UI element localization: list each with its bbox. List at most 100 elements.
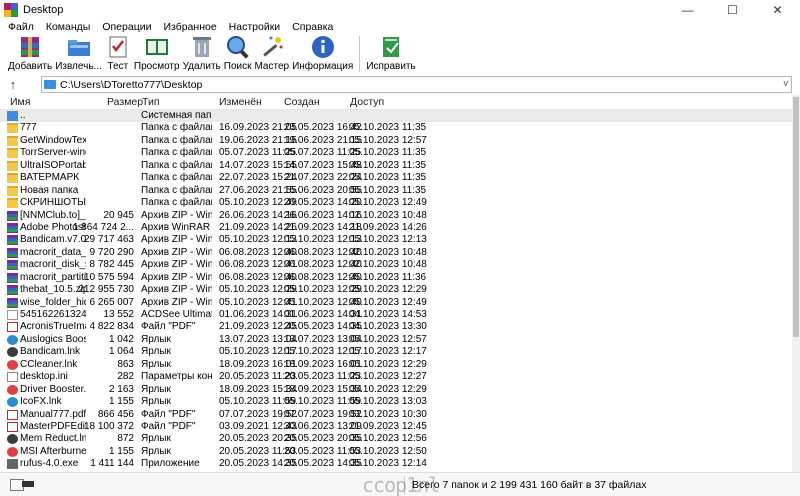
file-row[interactable]: Driver Booster.lnk2 163Ярлык18.09.2023 1… xyxy=(0,384,792,396)
file-type: Файл "PDF" xyxy=(141,321,196,333)
file-row[interactable]: MasterPDFEdito...18 100 372Файл "PDF"03.… xyxy=(0,421,792,433)
file-row[interactable]: Новая папкаПапка с файлами27.06.2023 21:… xyxy=(0,185,792,197)
file-accessed: 05.10.2023 12:49 xyxy=(349,197,427,209)
info-icon xyxy=(311,36,334,58)
view-book-icon xyxy=(145,39,168,55)
column-accessed[interactable]: Доступ xyxy=(350,96,384,108)
column-created[interactable]: Создан xyxy=(284,96,320,108)
chevron-down-icon[interactable]: v xyxy=(784,78,789,88)
menu-commands[interactable]: Команды xyxy=(40,21,97,33)
wizard-button[interactable]: Мастер xyxy=(254,34,289,72)
folder-file-icon xyxy=(7,198,18,209)
file-row[interactable]: wise_folder_hide...6 265 007 Архив ZIP - … xyxy=(0,297,792,309)
column-size[interactable]: Размер xyxy=(107,96,143,108)
file-row[interactable]: 777Папка с файлами16.09.2023 21:0523.05.… xyxy=(0,122,792,134)
title-bar: Desktop — ☐ ✕ xyxy=(0,0,800,19)
up-folder-button[interactable]: ↑ xyxy=(0,75,26,94)
file-size: 1 155 xyxy=(108,445,134,457)
file-accessed: 03.10.2023 10:30 xyxy=(349,408,427,420)
folder-icon xyxy=(44,80,56,89)
file-accessed: 05.10.2023 12:17 xyxy=(349,346,427,358)
file-row[interactable]: .. Системная папка xyxy=(0,110,792,123)
menu-help[interactable]: Справка xyxy=(286,21,339,33)
address-bar: ↑ C:\Users\DToretto777\Desktop v xyxy=(0,75,800,94)
pdf-file-icon xyxy=(7,421,18,432)
column-name[interactable]: Имя xyxy=(10,96,30,108)
info-button[interactable]: Информация xyxy=(292,34,353,72)
toolbar-separator xyxy=(359,36,361,72)
file-row[interactable]: Auslogics Boost...1 042Ярлык13.07.2023 1… xyxy=(0,334,792,346)
repair-book-icon xyxy=(383,37,400,57)
repair-button[interactable]: Исправить xyxy=(366,34,416,72)
extract-button[interactable]: Извлечь... xyxy=(55,34,102,72)
file-accessed: 21.09.2023 12:45 xyxy=(349,420,427,432)
path-text: C:\Users\DToretto777\Desktop xyxy=(60,78,203,91)
file-name: AcronisTrueIma... xyxy=(20,321,86,333)
file-row[interactable]: AcronisTrueIma...4 822 834Файл "PDF"21.0… xyxy=(0,321,792,333)
menu-bar: Файл Команды Операции Избранное Настройк… xyxy=(0,19,800,34)
file-row[interactable]: TorrServer-wind...Папка с файлами05.07.2… xyxy=(0,147,792,159)
column-modified[interactable]: Изменён xyxy=(219,96,262,108)
file-size: 863 xyxy=(117,358,134,370)
file-accessed: 05.10.2023 11:35 xyxy=(349,184,427,196)
test-button[interactable]: Тест xyxy=(105,34,131,72)
find-button[interactable]: Поиск xyxy=(224,34,251,72)
menu-operations[interactable]: Операции xyxy=(96,21,157,33)
vertical-scrollbar[interactable] xyxy=(792,95,800,472)
folder-file-icon xyxy=(7,135,18,146)
maximize-button[interactable]: ☐ xyxy=(710,0,755,19)
file-type: Архив ZIP - WinRAR xyxy=(141,209,212,221)
file-type: Ярлык xyxy=(141,445,171,457)
file-name: Driver Booster.lnk xyxy=(20,383,86,395)
file-row[interactable]: thebat_10.5.zip 212 955 730 Архив ZIP - Wi… xyxy=(0,284,792,296)
minimize-button[interactable]: — xyxy=(665,0,710,19)
file-row[interactable]: CCleaner.lnk 863 Ярлык 18.09.2023 16:01 18.0… xyxy=(0,359,792,371)
menu-settings[interactable]: Настройки xyxy=(223,21,287,33)
file-row[interactable]: IcoFX.lnk 1 155 Ярлык 05.10.2023 11:59 05.10… xyxy=(0,396,792,408)
file-row[interactable]: 54516226132457... 13 552 ACDSee Ultimate 2… xyxy=(0,309,792,321)
menu-file[interactable]: Файл xyxy=(2,21,40,33)
menu-favorites[interactable]: Избранное xyxy=(157,21,222,33)
lnk2-file-icon xyxy=(7,334,18,345)
lnk3-file-icon xyxy=(7,434,18,445)
file-row[interactable]: Manual777.pdf 866 456 Файл "PDF" 07.07.2023… xyxy=(0,409,792,421)
file-name: Manual777.pdf xyxy=(20,408,86,420)
file-type: Файл "PDF" xyxy=(141,420,196,432)
add-button[interactable]: Добавить xyxy=(8,34,52,72)
file-row[interactable]: GetWindowText ...Папка с файлами19.06.20… xyxy=(0,135,792,147)
close-button[interactable]: ✕ xyxy=(755,0,800,19)
file-accessed: 02.10.2023 10:48 xyxy=(349,209,427,221)
file-row[interactable]: desktop.ini282Параметры конф...20.05.202… xyxy=(0,371,792,383)
delete-button[interactable]: Удалить xyxy=(183,34,221,72)
path-field[interactable]: C:\Users\DToretto777\Desktop v xyxy=(41,76,792,93)
sort-indicator-icon: ^ xyxy=(41,95,45,99)
view-button[interactable]: Просмотр xyxy=(134,34,180,72)
file-row[interactable]: Bandicam.lnk 1 064 Ярлык 05.10.2023 12:17 05… xyxy=(0,346,792,358)
file-row[interactable]: UltraISOPortable...Папка с файлами14.07.… xyxy=(0,160,792,172)
file-row[interactable]: rufus-4.0.exe 1 411 144 Приложение 20.05.20… xyxy=(0,458,792,470)
file-row[interactable]: Mem Reduct.lnk 872 Ярлык 20.05.2023 20:35 20… xyxy=(0,433,792,445)
test-checklist-icon xyxy=(109,36,127,58)
file-row[interactable]: Adobe Photosh...1 864 724 2...Архив WinR… xyxy=(0,222,792,234)
column-type[interactable]: Тип xyxy=(142,96,160,108)
file-row[interactable]: СКРИНШОТЫ Папка с файлами 05.10.2023 12:49… xyxy=(0,197,792,209)
file-row[interactable]: macrorit_data_w...9 720 290 Архив ZIP - W… xyxy=(0,247,792,259)
file-size: 1 042 xyxy=(108,333,134,345)
file-row[interactable]: ВАТЕРМАРКПапка с файлами22.07.2023 15:24… xyxy=(0,172,792,184)
file-row[interactable]: [NNMClub.to]_... 20 945 Архив ZIP - WinRAR… xyxy=(0,210,792,222)
file-row[interactable]: MSI Afterburner....1 155Ярлык20.05.2023 … xyxy=(0,446,792,458)
file-accessed: 05.10.2023 12:29 xyxy=(349,383,427,395)
file-row[interactable]: Bandicam.v7.0.0...29 717 463 Архив ZIP - … xyxy=(0,234,792,246)
file-type: Архив ZIP - WinRAR xyxy=(141,234,212,246)
file-row[interactable]: macrorit_disk_sc...8 782 445 Архив ZIP - … xyxy=(0,259,792,271)
list-header: ^ Имя Размер Тип Изменён Создан Доступ xyxy=(0,95,792,110)
scrollbar-thumb[interactable] xyxy=(793,97,799,337)
file-type: Папка с файлами xyxy=(141,147,212,159)
file-row[interactable]: macrorit_partiti...10 575 594 Архив ZIP -… xyxy=(0,272,792,284)
rar-file-icon xyxy=(7,272,18,283)
folder-file-icon xyxy=(7,148,18,159)
file-accessed: 05.10.2023 12:14 xyxy=(349,458,427,470)
rar-file-icon xyxy=(7,222,18,233)
file-accessed: 04.10.2023 14:53 xyxy=(349,309,427,320)
file-type: Папка с файлами xyxy=(141,184,212,196)
